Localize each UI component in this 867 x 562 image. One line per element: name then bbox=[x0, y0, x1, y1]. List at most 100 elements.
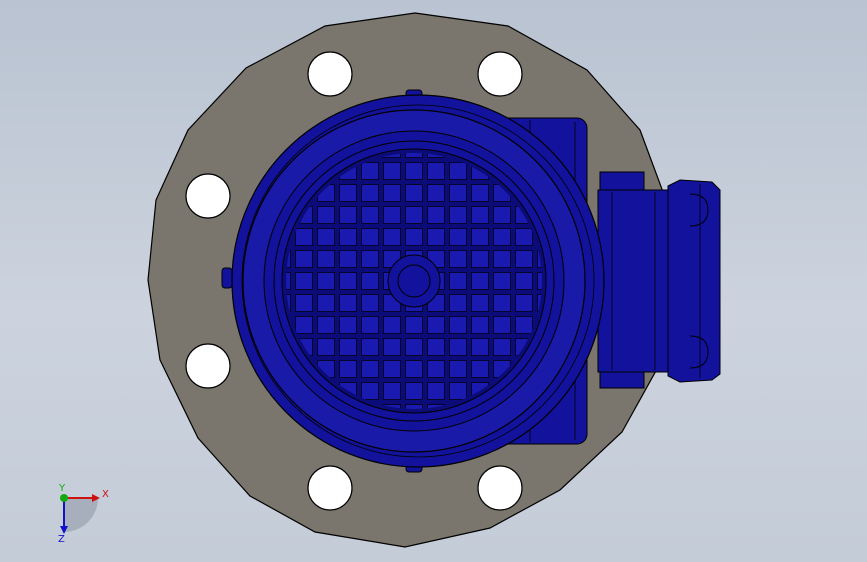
grille-cell bbox=[383, 228, 401, 246]
grille-cell bbox=[317, 294, 335, 312]
grille-cell bbox=[405, 162, 423, 180]
grille-cell bbox=[361, 382, 379, 400]
grille-cell bbox=[339, 272, 357, 290]
grille-cell bbox=[361, 294, 379, 312]
grille-cell bbox=[361, 250, 379, 268]
grille-cell bbox=[471, 294, 489, 312]
grille-cell bbox=[295, 316, 313, 334]
grille-cell bbox=[427, 184, 445, 202]
bolt-hole-bottom-left[interactable] bbox=[307, 465, 353, 511]
grille-cell bbox=[383, 162, 401, 180]
grille-cell bbox=[471, 272, 489, 290]
grille-cell bbox=[361, 360, 379, 378]
grille-cell bbox=[295, 272, 313, 290]
grille-cell bbox=[493, 206, 511, 224]
grille-cell bbox=[361, 206, 379, 224]
grille-cell bbox=[449, 316, 467, 334]
grille-cell bbox=[449, 338, 467, 356]
bolt-hole-left-upper[interactable] bbox=[185, 173, 231, 219]
grille-cell bbox=[449, 294, 467, 312]
grille-cell bbox=[449, 206, 467, 224]
grille-cell bbox=[383, 206, 401, 224]
grille-cell bbox=[493, 272, 511, 290]
grille-cell bbox=[471, 250, 489, 268]
grille-cell bbox=[471, 360, 489, 378]
grille-cell bbox=[493, 250, 511, 268]
grille-cell bbox=[339, 360, 357, 378]
grille-cell bbox=[383, 316, 401, 334]
fan-hub-inner[interactable] bbox=[397, 264, 431, 298]
bolt-hole-top-left[interactable] bbox=[307, 51, 353, 97]
grille-cell bbox=[317, 272, 335, 290]
grille-cell bbox=[361, 316, 379, 334]
y-axis-dot bbox=[60, 494, 68, 502]
grille-cell bbox=[427, 162, 445, 180]
grille-cell bbox=[427, 228, 445, 246]
grille-cell bbox=[339, 228, 357, 246]
coordinate-triad: X Y Z bbox=[58, 484, 109, 544]
grille-cell bbox=[515, 228, 533, 246]
grille-cell bbox=[361, 162, 379, 180]
grille-cell bbox=[383, 184, 401, 202]
grille-cell bbox=[339, 206, 357, 224]
grille-cell bbox=[361, 338, 379, 356]
grille-cell bbox=[317, 250, 335, 268]
grille-cell bbox=[295, 250, 313, 268]
grille-cell bbox=[339, 294, 357, 312]
grille-cell bbox=[427, 316, 445, 334]
bolt-hole-top-right[interactable] bbox=[477, 51, 523, 97]
graphics-viewport[interactable]: X Y Z bbox=[0, 0, 867, 562]
grille-cell bbox=[361, 228, 379, 246]
grille-cell bbox=[449, 228, 467, 246]
grille-cell bbox=[383, 338, 401, 356]
terminal-box[interactable] bbox=[597, 171, 721, 389]
grille-cell bbox=[405, 184, 423, 202]
grille-cell bbox=[339, 250, 357, 268]
grille-cell bbox=[317, 338, 335, 356]
y-axis-label: Y bbox=[58, 484, 66, 494]
grille-cell bbox=[317, 316, 335, 334]
grille-cell bbox=[515, 272, 533, 290]
grille-cell bbox=[493, 294, 511, 312]
grille-cell bbox=[515, 294, 533, 312]
grille-cell bbox=[471, 228, 489, 246]
grille-cell bbox=[493, 316, 511, 334]
grille-cell bbox=[449, 360, 467, 378]
grille-cell bbox=[295, 294, 313, 312]
grille-cell bbox=[405, 360, 423, 378]
grille-cell bbox=[339, 316, 357, 334]
grille-cell bbox=[471, 316, 489, 334]
grille-cell bbox=[295, 228, 313, 246]
grille-cell bbox=[449, 250, 467, 268]
grille-cell bbox=[405, 338, 423, 356]
bolt-hole-left-lower[interactable] bbox=[185, 343, 231, 389]
grille-cell bbox=[449, 272, 467, 290]
grille-cell bbox=[449, 162, 467, 180]
grille-cell bbox=[405, 382, 423, 400]
grille-cell bbox=[405, 316, 423, 334]
grille-cell bbox=[317, 228, 335, 246]
side-lug-left[interactable] bbox=[221, 267, 233, 289]
grille-cell bbox=[427, 382, 445, 400]
grille-cell bbox=[471, 184, 489, 202]
x-axis-label: X bbox=[102, 489, 109, 500]
grille-cell bbox=[427, 338, 445, 356]
grille-cell bbox=[515, 250, 533, 268]
grille-cell bbox=[339, 184, 357, 202]
grille-cell bbox=[515, 316, 533, 334]
grille-cell bbox=[427, 206, 445, 224]
grille-cell bbox=[427, 360, 445, 378]
grille-cell bbox=[317, 206, 335, 224]
grille-cell bbox=[471, 338, 489, 356]
grille-cell bbox=[493, 228, 511, 246]
grille-cell bbox=[383, 360, 401, 378]
grille-cell bbox=[405, 206, 423, 224]
grille-cell bbox=[383, 382, 401, 400]
z-axis-label: Z bbox=[58, 534, 65, 544]
grille-cell bbox=[361, 272, 379, 290]
bolt-hole-bottom-right[interactable] bbox=[477, 465, 523, 511]
grille-cell bbox=[449, 184, 467, 202]
grille-cell bbox=[493, 338, 511, 356]
grille-cell bbox=[339, 338, 357, 356]
cad-model-view[interactable] bbox=[0, 0, 867, 562]
